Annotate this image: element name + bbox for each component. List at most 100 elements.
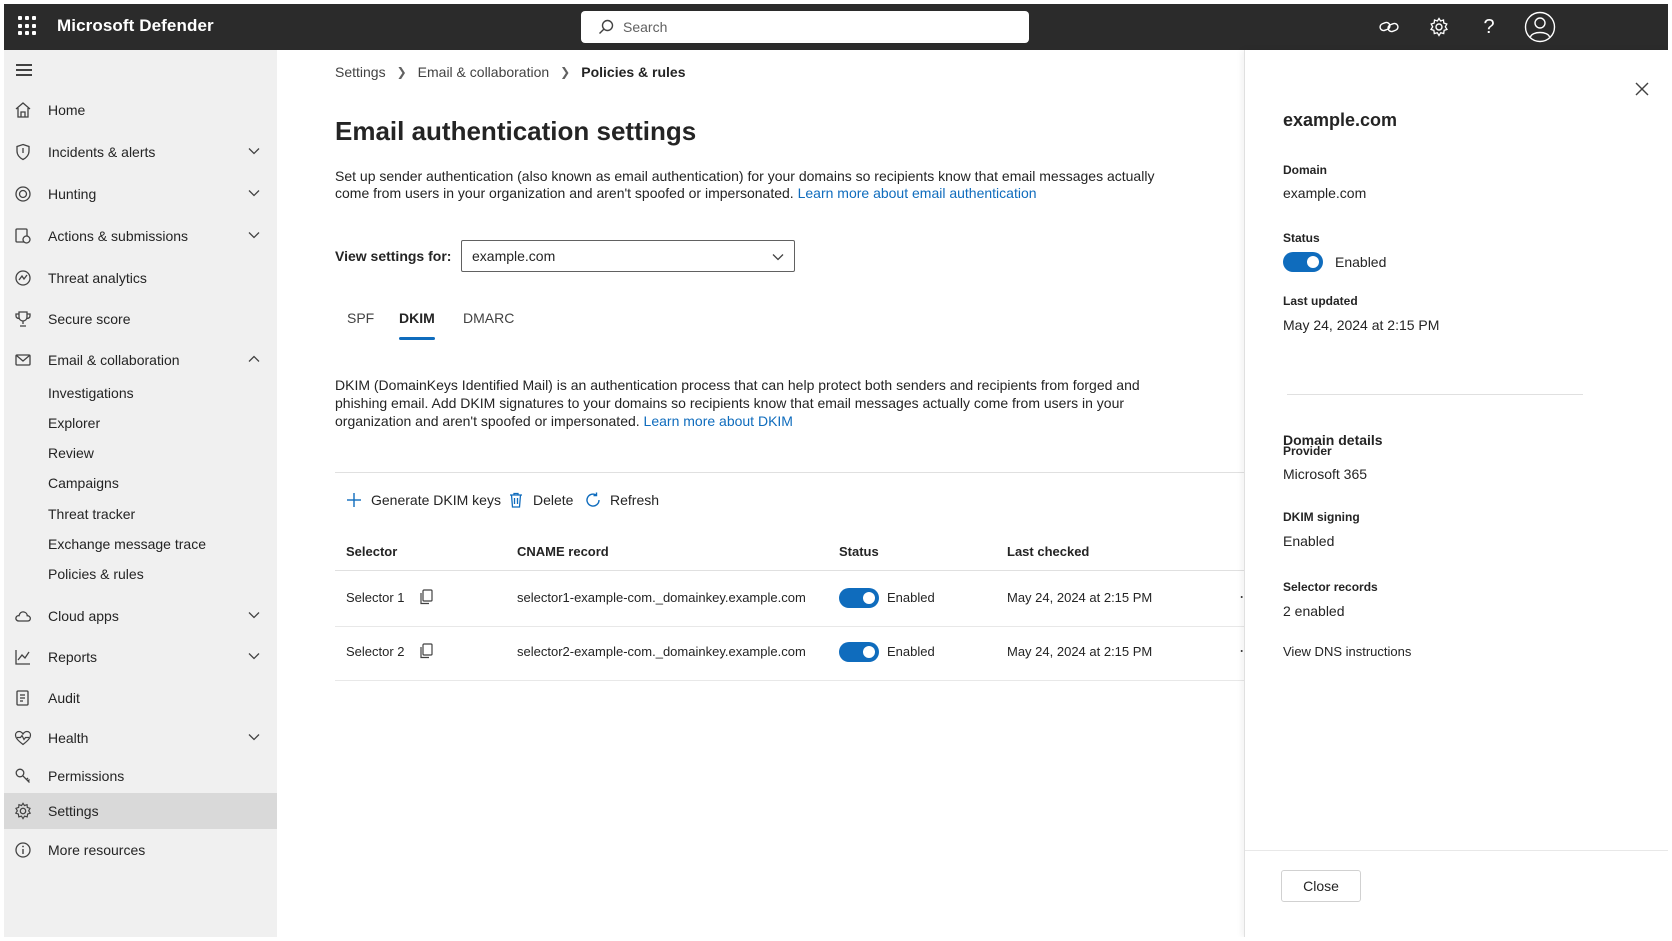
search-box[interactable] [581, 11, 1029, 43]
tab-dmarc[interactable]: DMARC [463, 310, 514, 342]
delete-button[interactable]: Delete [507, 484, 573, 516]
sub-item-threat-tracker[interactable]: Threat tracker [48, 504, 135, 524]
generate-label: Generate DKIM keys [371, 492, 501, 508]
nav-item-health[interactable]: Health [4, 720, 277, 756]
learn-more-link[interactable]: Learn more about email authentication [798, 185, 1037, 201]
learn-more-dkim-link[interactable]: Learn more about DKIM [644, 413, 793, 429]
generate-dkim-keys-button[interactable]: Generate DKIM keys [345, 484, 501, 516]
breadcrumb-item-email[interactable]: Email & collaboration [418, 64, 550, 80]
nav-item-secure-score[interactable]: Secure score [4, 301, 277, 337]
chevron-down-icon[interactable] [248, 652, 260, 660]
chevron-down-icon[interactable] [248, 231, 260, 239]
nav-item-cloud-apps[interactable]: Cloud apps [4, 598, 277, 634]
sub-item-policies-rules[interactable]: Policies & rules [48, 564, 144, 584]
details-panel: example.com Domain example.com Status En… [1244, 50, 1668, 937]
nav-item-email-collaboration[interactable]: Email & collaboration [4, 342, 277, 378]
audit-icon [16, 690, 29, 706]
trophy-icon [15, 311, 31, 327]
app-title[interactable]: Microsoft Defender [57, 16, 214, 36]
column-header-selector[interactable]: Selector [346, 544, 397, 559]
domain-select-value: example.com [472, 248, 556, 264]
refresh-button[interactable]: Refresh [584, 484, 659, 516]
view-dns-instructions-link[interactable]: View DNS instructions [1283, 644, 1411, 659]
view-settings-label: View settings for: [335, 248, 452, 264]
chevron-up-icon[interactable] [248, 355, 260, 363]
nav-label: Home [48, 102, 86, 118]
last-updated-label: Last updated [1283, 294, 1358, 308]
breadcrumb: Settings ❯ Email & collaboration ❯ Polic… [335, 64, 686, 80]
home-icon [15, 102, 31, 118]
nav-label: Secure score [48, 311, 131, 327]
tab-spf[interactable]: SPF [347, 310, 374, 342]
nav-item-threat-analytics[interactable]: Threat analytics [4, 260, 277, 296]
heart-icon [14, 730, 32, 746]
close-icon[interactable] [1633, 80, 1651, 98]
nav-item-incidents[interactable]: Incidents & alerts [4, 134, 277, 170]
sub-item-review[interactable]: Review [48, 443, 94, 463]
chevron-down-icon[interactable] [248, 147, 260, 155]
nav-item-audit[interactable]: Audit [4, 680, 277, 716]
nav-item-actions[interactable]: Actions & submissions [4, 218, 277, 254]
status-toggle[interactable] [839, 642, 879, 662]
breadcrumb-item-current: Policies & rules [581, 64, 686, 80]
nav-label: Actions & submissions [48, 228, 189, 244]
nav-label: Permissions [48, 768, 125, 784]
column-header-last-checked[interactable]: Last checked [1007, 544, 1089, 559]
info-icon [15, 842, 31, 858]
chevron-down-icon[interactable] [248, 733, 260, 741]
analytics-icon [15, 270, 31, 286]
search-input[interactable] [623, 11, 1013, 43]
nav-item-more-resources[interactable]: More resources [4, 832, 277, 868]
nav-label: Incidents & alerts [48, 144, 156, 160]
breadcrumb-item-settings[interactable]: Settings [335, 64, 386, 80]
status-text: Enabled [887, 590, 935, 605]
selector-records-label: Selector records [1283, 580, 1378, 594]
waffle-icon[interactable] [18, 16, 38, 36]
trash-icon [510, 492, 522, 508]
table-row[interactable]: Selector 2 selector2-example-com._domain… [335, 625, 1255, 681]
delete-label: Delete [533, 492, 574, 508]
status-toggle[interactable] [839, 588, 879, 608]
close-button[interactable]: Close [1281, 870, 1361, 902]
nav-item-hunting[interactable]: Hunting [4, 176, 277, 212]
nav-item-reports[interactable]: Reports [4, 639, 277, 675]
column-header-status[interactable]: Status [839, 544, 879, 559]
nav-item-permissions[interactable]: Permissions [4, 758, 277, 794]
refresh-label: Refresh [610, 492, 660, 508]
panel-status-toggle[interactable] [1283, 252, 1323, 272]
gear-icon[interactable] [1426, 14, 1452, 40]
selector-records-value: 2 enabled [1283, 603, 1345, 619]
status-label: Status [1283, 231, 1320, 245]
sub-item-campaigns[interactable]: Campaigns [48, 473, 119, 493]
nav-item-home[interactable]: Home [4, 92, 277, 128]
last-checked: May 24, 2024 at 2:15 PM [1007, 590, 1153, 605]
target-icon [15, 186, 31, 202]
copy-icon[interactable] [419, 643, 433, 659]
provider-label: Provider [1283, 444, 1332, 458]
domain-label: Domain [1283, 163, 1328, 177]
sub-item-message-trace[interactable]: Exchange message trace [48, 534, 206, 554]
cname-record: selector2-example-com._domainkey.example… [517, 644, 806, 659]
domain-select[interactable]: example.com [461, 240, 795, 272]
help-icon[interactable]: ? [1476, 14, 1502, 40]
cloud-icon [15, 611, 31, 622]
tab-dkim[interactable]: DKIM [399, 310, 435, 342]
sub-item-explorer[interactable]: Explorer [48, 413, 100, 433]
selector-name: Selector 1 [346, 590, 405, 605]
sub-item-investigations[interactable]: Investigations [48, 383, 134, 403]
account-icon[interactable] [1524, 11, 1556, 43]
mail-icon [15, 354, 31, 366]
dkim-signing-value: Enabled [1283, 533, 1335, 549]
top-bar: Microsoft Defender ? [4, 4, 1668, 50]
nav-label: Cloud apps [48, 608, 119, 624]
menu-icon[interactable] [16, 64, 32, 76]
nav-item-settings[interactable]: Settings [4, 793, 277, 829]
copy-icon[interactable] [419, 589, 433, 605]
column-header-cname[interactable]: CNAME record [517, 544, 609, 559]
table-row[interactable]: Selector 1 selector1-example-com._domain… [335, 571, 1255, 627]
chevron-down-icon[interactable] [248, 611, 260, 619]
last-updated-value: May 24, 2024 at 2:15 PM [1283, 317, 1440, 333]
chevron-down-icon[interactable] [248, 189, 260, 197]
link-icon[interactable] [1376, 14, 1402, 40]
selector-name: Selector 2 [346, 644, 405, 659]
